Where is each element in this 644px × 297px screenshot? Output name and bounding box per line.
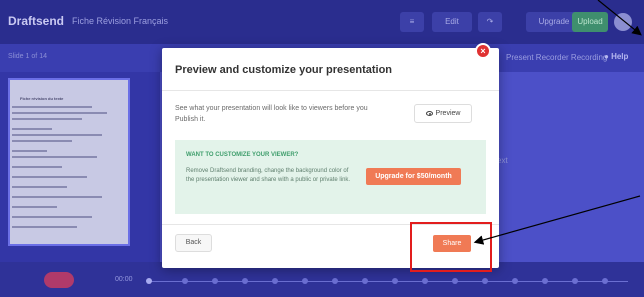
arrow-top-right — [597, 0, 642, 36]
annotation-arrows — [473, 0, 642, 245]
arrow-to-share — [473, 195, 641, 245]
